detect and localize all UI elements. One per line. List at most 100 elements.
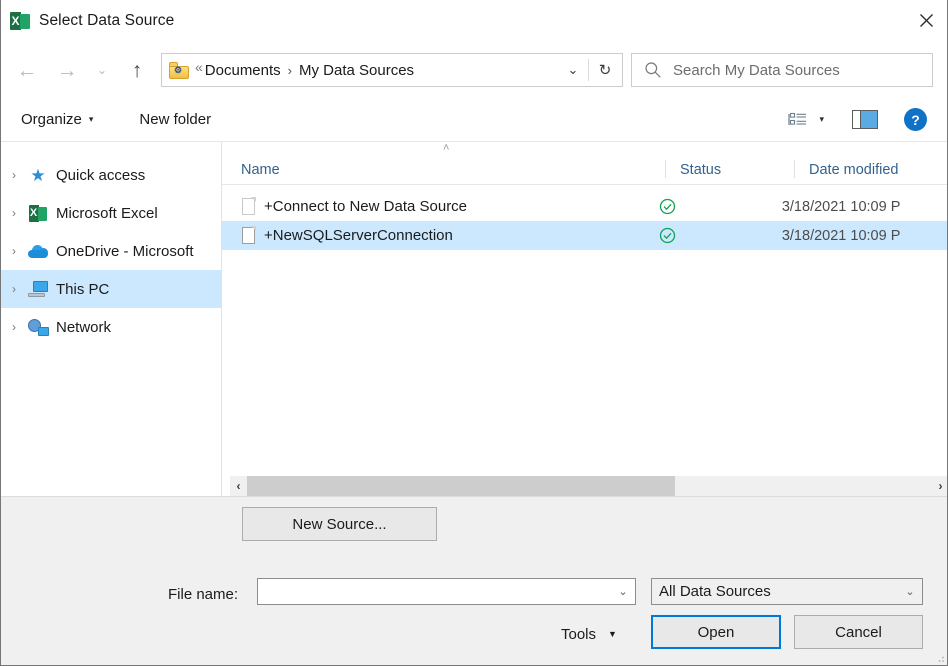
up-arrow-icon: ↑ — [132, 60, 143, 81]
forward-button[interactable]: → — [47, 53, 87, 87]
search-icon — [644, 61, 662, 79]
breadcrumb-overflow-icon[interactable]: « — [195, 62, 203, 78]
tools-label: Tools — [561, 626, 596, 643]
file-type-select[interactable]: All Data Sources ⌄ — [651, 578, 923, 605]
preview-pane-icon[interactable] — [852, 110, 878, 130]
document-icon — [242, 227, 255, 244]
address-dropdown-button[interactable]: ⌄ — [558, 54, 588, 86]
column-header-label: Date modified — [809, 162, 898, 178]
breadcrumb-item-documents[interactable]: Documents — [203, 62, 283, 79]
table-row[interactable]: +NewSQLServerConnection 3/18/2021 10:09 … — [222, 221, 948, 250]
file-status-cell — [645, 198, 768, 215]
organize-button[interactable]: Organize ▾ — [21, 111, 93, 128]
scrollbar-thumb[interactable] — [247, 476, 675, 497]
file-name-cell: +Connect to New Data Source — [222, 198, 645, 215]
file-name-input[interactable]: ⌄ — [257, 578, 636, 605]
view-layout-icon[interactable] — [785, 109, 811, 131]
breadcrumb-separator-icon: › — [288, 63, 292, 78]
file-status-cell — [645, 227, 768, 244]
chevron-down-icon: ▼ — [608, 629, 617, 639]
column-header-date-modified[interactable]: Date modified — [795, 155, 948, 185]
sidebar-item-microsoft-excel[interactable]: › X Microsoft Excel — [1, 194, 221, 232]
column-header-status[interactable]: Status — [666, 155, 795, 185]
refresh-button[interactable]: ↻ — [590, 54, 620, 86]
sidebar-item-label: Quick access — [56, 167, 145, 184]
file-name-cell: +NewSQLServerConnection — [222, 227, 645, 244]
sidebar-item-label: Network — [56, 319, 111, 336]
chevron-down-icon: ▾ — [89, 114, 94, 125]
up-button[interactable]: ↑ — [117, 53, 157, 87]
help-icon[interactable]: ? — [904, 108, 927, 131]
file-name-label: +NewSQLServerConnection — [264, 227, 453, 244]
column-header-label: Status — [680, 162, 721, 178]
search-input[interactable]: Search My Data Sources — [631, 53, 933, 87]
chevron-right-icon[interactable]: › — [1, 320, 27, 334]
sidebar-item-onedrive[interactable]: › OneDrive - Microsoft — [1, 232, 221, 270]
forward-arrow-icon: → — [57, 60, 78, 81]
address-bar-divider — [588, 59, 589, 81]
cancel-label: Cancel — [835, 624, 882, 641]
navigation-sidebar: › ★ Quick access › X Microsoft Excel › — [1, 142, 222, 496]
file-list-rows: +Connect to New Data Source 3/18/2021 10… — [222, 192, 948, 250]
sync-complete-check-icon — [659, 198, 676, 215]
excel-icon: X — [10, 11, 30, 31]
new-source-button[interactable]: New Source... — [242, 507, 437, 541]
column-header-label: Name — [241, 162, 280, 178]
select-data-source-dialog: X Select Data Source ← → ⌄ ↑ — [0, 0, 948, 666]
help-label: ? — [911, 112, 920, 128]
file-date-modified-cell: 3/18/2021 10:09 P — [768, 199, 948, 215]
title-bar: X Select Data Source — [1, 0, 948, 42]
scroll-left-arrow-icon[interactable]: ‹ — [230, 476, 247, 497]
page-title: Select Data Source — [39, 12, 174, 30]
excel-icon: X — [27, 203, 49, 223]
address-bar-row: ← → ⌄ ↑ ⚙ « Documents › My Data Sources — [1, 42, 948, 98]
file-list-pane: ˄ Name Status Date modified — [222, 142, 948, 496]
excel-icon-letter: X — [10, 12, 21, 30]
file-name-label: File name: — [168, 586, 238, 603]
dialog-body: › ★ Quick access › X Microsoft Excel › — [1, 142, 948, 496]
back-arrow-icon: ← — [17, 60, 38, 81]
column-header-name[interactable]: Name — [222, 155, 666, 185]
document-icon — [242, 198, 255, 215]
data-sources-folder-icon: ⚙ — [169, 62, 189, 79]
file-list-column-headers: Name Status Date modified — [222, 155, 948, 185]
organize-label: Organize — [21, 111, 82, 128]
sidebar-item-quick-access[interactable]: › ★ Quick access — [1, 156, 221, 194]
recent-locations-button[interactable]: ⌄ — [87, 53, 117, 87]
breadcrumb-item-my-data-sources[interactable]: My Data Sources — [297, 62, 416, 79]
chevron-down-icon: ⌄ — [97, 63, 107, 77]
file-type-value: All Data Sources — [659, 583, 898, 600]
chevron-right-icon[interactable]: › — [1, 244, 27, 258]
chevron-right-icon[interactable]: › — [1, 168, 27, 182]
back-button[interactable]: ← — [7, 53, 47, 87]
chevron-right-icon[interactable]: › — [1, 206, 27, 220]
sidebar-item-this-pc[interactable]: › This PC — [1, 270, 221, 308]
horizontal-scrollbar[interactable]: ‹ › — [230, 475, 948, 496]
network-icon — [27, 317, 49, 337]
computer-icon — [27, 279, 49, 299]
new-folder-button[interactable]: New folder — [139, 111, 211, 128]
chevron-right-icon[interactable]: › — [1, 282, 27, 296]
view-options-chevron-down-icon[interactable]: ▾ — [819, 114, 824, 125]
resize-grip[interactable] — [934, 652, 946, 664]
dialog-footer: New Source... File name: ⌄ All Data Sour… — [1, 496, 948, 666]
chevron-down-icon[interactable]: ⌄ — [611, 585, 635, 598]
sidebar-item-label: This PC — [56, 281, 109, 298]
open-button[interactable]: Open — [651, 615, 781, 649]
table-row[interactable]: +Connect to New Data Source 3/18/2021 10… — [222, 192, 948, 221]
file-date-modified-cell: 3/18/2021 10:09 P — [768, 228, 948, 244]
scrollbar-track[interactable] — [247, 476, 932, 497]
chevron-down-icon[interactable]: ⌄ — [898, 585, 922, 598]
star-icon: ★ — [27, 165, 49, 185]
tools-button[interactable]: Tools ▼ — [561, 619, 617, 649]
close-button[interactable] — [903, 0, 948, 41]
refresh-icon: ↻ — [599, 61, 612, 79]
toolbar: Organize ▾ New folder ▾ — [1, 98, 948, 142]
sync-complete-check-icon — [659, 227, 676, 244]
cancel-button[interactable]: Cancel — [794, 615, 923, 649]
scroll-right-arrow-icon[interactable]: › — [932, 476, 948, 497]
new-source-label: New Source... — [292, 516, 386, 533]
breadcrumb[interactable]: ⚙ « Documents › My Data Sources ⌄ ↻ — [161, 53, 623, 87]
sidebar-item-network[interactable]: › Network — [1, 308, 221, 346]
sort-ascending-icon[interactable]: ˄ — [443, 143, 449, 154]
